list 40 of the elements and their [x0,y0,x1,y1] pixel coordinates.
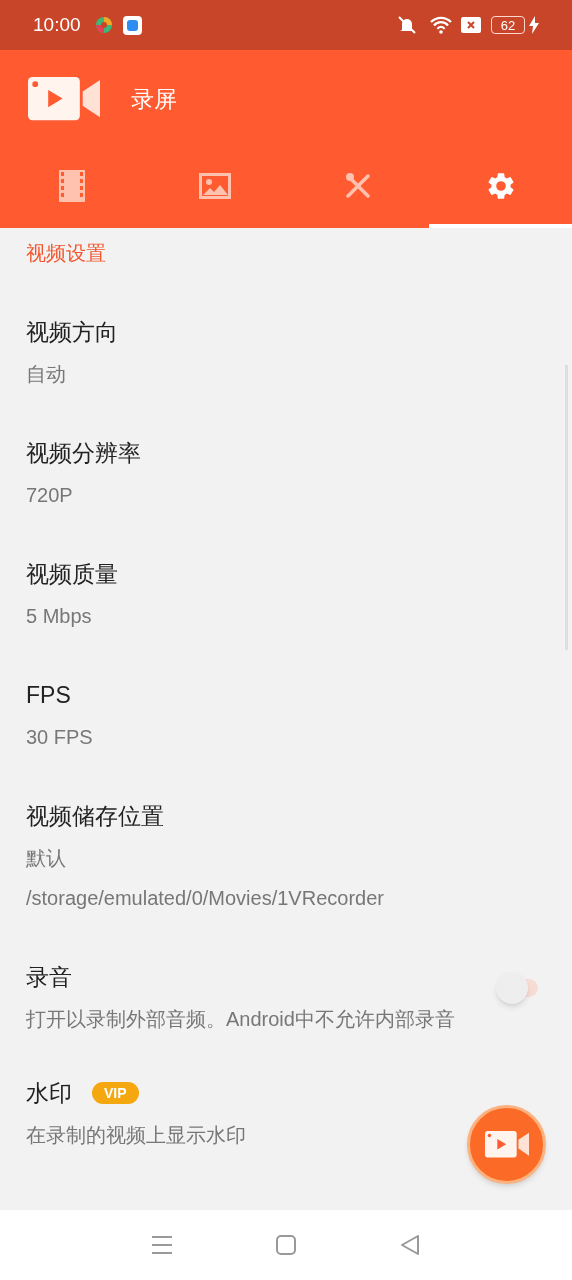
clock: 10:00 [33,12,81,37]
settings-item[interactable]: 视频方向 自动 [0,294,572,415]
setting-title: 视频质量 [26,560,118,589]
app-icon [94,16,113,34]
setting-value: /storage/emulated/0/Movies/1VRecorder [26,886,384,911]
charging-icon [529,16,539,34]
settings-item[interactable]: 录音 打开以录制外部音频。Android中不允许内部录音 [0,939,572,1055]
film-icon [58,170,85,202]
settings-item[interactable]: FPS 30 FPS [0,657,572,778]
app-icon [122,15,142,35]
setting-title: 视频分辨率 [26,439,141,468]
home-icon[interactable] [276,1235,296,1255]
settings-item[interactable]: 视频储存位置 默认 /storage/emulated/0/Movies/1VRecorder [0,778,572,939]
vip-badge: VIP [92,1082,139,1104]
menu-icon[interactable] [152,1235,172,1255]
settings-item[interactable]: 视频质量 5 Mbps [0,536,572,657]
sim-icon [461,17,481,33]
setting-value: 720P [26,483,73,508]
setting-value: 自动 [26,362,66,387]
back-icon[interactable] [400,1235,420,1255]
setting-value: 30 FPS [26,725,93,750]
setting-title: 录音 [26,963,72,992]
camera-icon [484,1131,529,1158]
record-button[interactable] [467,1105,546,1184]
settings-item[interactable]: 视频分辨率 720P [0,415,572,536]
settings-item[interactable]: 水印 VIP 在录制的视频上显示水印 [0,1055,572,1176]
setting-description: 打开以录制外部音频。Android中不允许内部录音 [26,1007,456,1032]
section-title: 视频设置 [26,242,106,264]
setting-title: 水印 [26,1079,72,1108]
setting-title: 视频储存位置 [26,802,164,831]
battery-icon: 62 [491,16,525,34]
setting-value: 5 Mbps [26,604,92,629]
setting-value: 在录制的视频上显示水印 [26,1123,246,1148]
image-icon [198,173,231,199]
setting-title: 视频方向 [26,318,118,347]
app-title: 录屏 [131,84,177,114]
wifi-icon [429,15,453,35]
setting-value: 默认 [26,846,66,871]
setting-title: FPS [26,681,71,710]
camera-logo-icon [28,77,100,121]
